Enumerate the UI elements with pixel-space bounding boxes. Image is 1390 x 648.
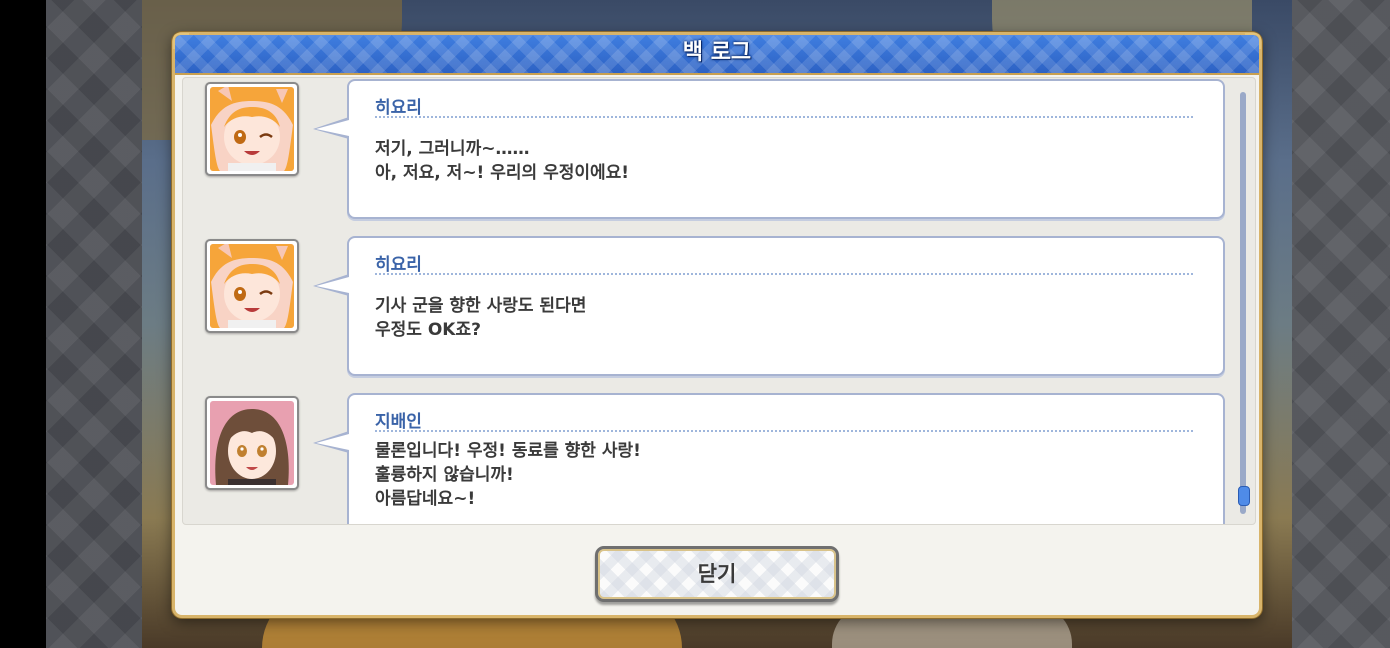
dialogue-line: 아름답네요~! bbox=[375, 489, 476, 509]
ornament-icon bbox=[173, 33, 189, 49]
dialogue-line: 우정도 OK죠? bbox=[375, 320, 481, 340]
close-button[interactable]: 닫기 bbox=[595, 546, 839, 602]
scrollbar-thumb[interactable] bbox=[1238, 486, 1250, 506]
manager-portrait-icon bbox=[205, 396, 299, 490]
dialogue-text: 기사 군을 향한 사랑도 된다면 우정도 OK죠? bbox=[375, 294, 586, 342]
divider bbox=[375, 273, 1193, 275]
backlog-dialog: 백 로그 히요리 저기, 그러니까~…… 아, 저요, 저~! 우리의 우정이에… bbox=[172, 32, 1262, 618]
dialog-header: 백 로그 bbox=[175, 35, 1259, 75]
dialogue-line: 기사 군을 향한 사랑도 된다면 bbox=[375, 296, 587, 316]
dialog-title: 백 로그 bbox=[682, 40, 752, 65]
log-entry: 히요리 기사 군을 향한 사랑도 된다면 우정도 OK죠? bbox=[183, 235, 1225, 385]
dialogue-bubble: 히요리 저기, 그러니까~…… 아, 저요, 저~! 우리의 우정이에요! bbox=[313, 79, 1225, 219]
log-entry: 지배인 물론입니다! 우정! 동료를 향한 사랑! 훌륭하지 않습니까! 아름답… bbox=[183, 392, 1225, 524]
dialogue-bubble: 지배인 물론입니다! 우정! 동료를 향한 사랑! 훌륭하지 않습니까! 아름답… bbox=[313, 393, 1225, 524]
speaker-name: 히요리 bbox=[375, 98, 422, 118]
backlog-list[interactable]: 히요리 저기, 그러니까~…… 아, 저요, 저~! 우리의 우정이에요! 히요… bbox=[182, 77, 1256, 525]
speaker-name: 지배인 bbox=[375, 412, 422, 432]
hiyori-portrait-icon bbox=[205, 239, 299, 333]
ornament-icon bbox=[1245, 33, 1261, 49]
hiyori-portrait-icon bbox=[205, 82, 299, 176]
dialogue-text: 물론입니다! 우정! 동료를 향한 사랑! 훌륭하지 않습니까! 아름답네요~! bbox=[375, 439, 641, 511]
speaker-name: 히요리 bbox=[375, 255, 422, 275]
divider bbox=[375, 116, 1193, 118]
scrollbar-track[interactable] bbox=[1238, 92, 1250, 514]
dialogue-line: 물론입니다! 우정! 동료를 향한 사랑! bbox=[375, 441, 641, 461]
left-background-panel bbox=[46, 0, 142, 648]
dialogue-bubble: 히요리 기사 군을 향한 사랑도 된다면 우정도 OK죠? bbox=[313, 236, 1225, 376]
dialogue-line: 저기, 그러니까~…… bbox=[375, 139, 530, 159]
right-background-panel bbox=[1292, 0, 1390, 648]
dialogue-line: 아, 저요, 저~! 우리의 우정이에요! bbox=[375, 163, 630, 183]
close-button-label: 닫기 bbox=[697, 562, 737, 586]
dialogue-line: 훌륭하지 않습니까! bbox=[375, 465, 514, 485]
log-entry: 히요리 저기, 그러니까~…… 아, 저요, 저~! 우리의 우정이에요! bbox=[183, 78, 1225, 228]
dialogue-text: 저기, 그러니까~…… 아, 저요, 저~! 우리의 우정이에요! bbox=[375, 137, 629, 185]
divider bbox=[375, 430, 1193, 432]
